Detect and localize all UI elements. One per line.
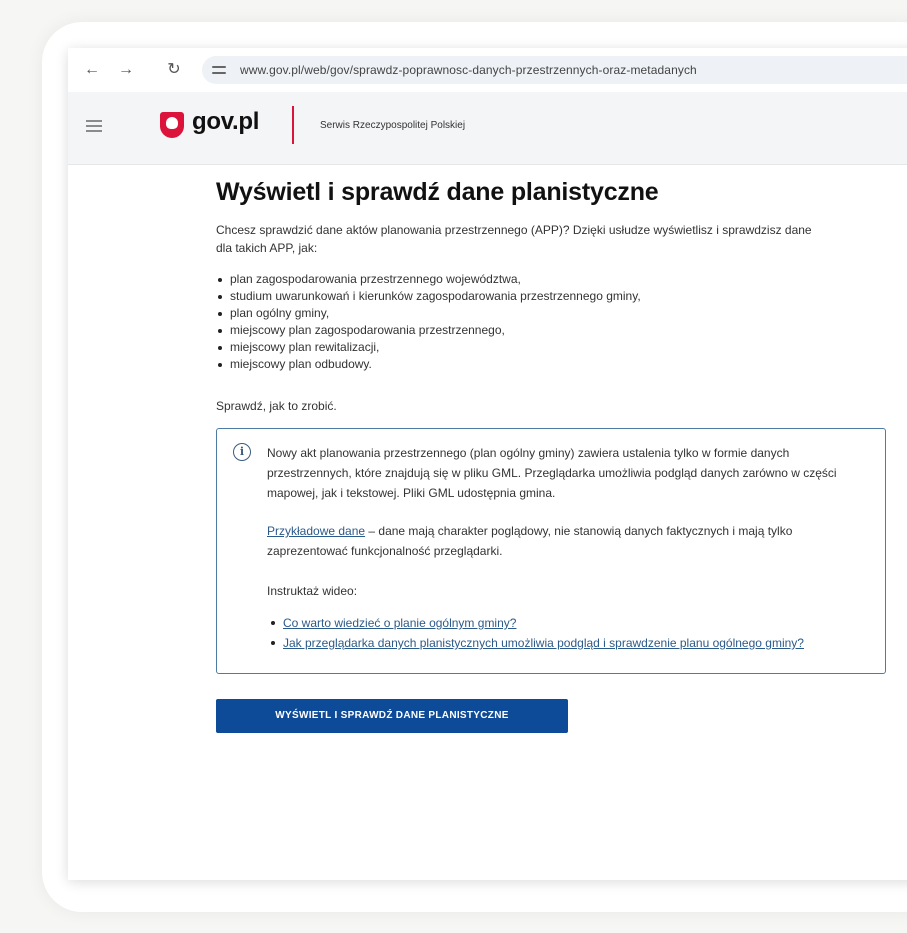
intro-text: Chcesz sprawdzić dane aktów planowania p… xyxy=(216,223,812,255)
site-subtitle: Serwis Rzeczypospolitej Polskiej xyxy=(320,120,466,131)
info-paragraph: Nowy akt planowania przestrzennego (plan… xyxy=(267,446,837,500)
site-header: gov.pl Serwis Rzeczypospolitej Polskiej xyxy=(68,92,907,165)
list-item: studium uwarunkowań i kierunków zagospod… xyxy=(216,288,896,305)
browser-window: ← → ↻ www.gov.pl/web/gov/sprawdz-poprawn… xyxy=(68,48,907,880)
video-link-przegladarka[interactable]: Jak przeglądarka danych planistycznych u… xyxy=(283,636,804,650)
main-content: Wyświetl i sprawdź dane planistyczne Chc… xyxy=(216,164,896,733)
page-title: Wyświetl i sprawdź dane planistyczne xyxy=(216,178,659,206)
info-icon: i xyxy=(233,443,251,461)
hamburger-menu-icon[interactable] xyxy=(86,120,102,132)
logo-text[interactable]: gov.pl xyxy=(192,108,259,136)
plan-types-list: plan zagospodarowania przestrzennego woj… xyxy=(216,271,896,373)
forward-arrow-icon[interactable]: → xyxy=(116,60,136,80)
info-box: i Nowy akt planowania przestrzennego (pl… xyxy=(216,428,886,674)
list-item: plan ogólny gminy, xyxy=(216,305,896,322)
howto-text: Sprawdź, jak to zrobić. xyxy=(216,399,337,413)
video-links-list: Co warto wiedzieć o planie ogólnym gminy… xyxy=(267,613,869,653)
list-item: miejscowy plan rewitalizacji, xyxy=(216,339,896,356)
video-link-plan-ogolny[interactable]: Co warto wiedzieć o planie ogólnym gminy… xyxy=(283,616,516,630)
video-heading: Instruktaż wideo: xyxy=(267,584,358,598)
list-item: Co warto wiedzieć o planie ogólnym gminy… xyxy=(267,613,869,633)
back-arrow-icon[interactable]: ← xyxy=(82,60,102,80)
show-and-check-button[interactable]: WYŚWIETL I SPRAWDŹ DANE PLANISTYCZNE xyxy=(216,699,568,733)
sample-data-link[interactable]: Przykładowe dane xyxy=(267,524,365,538)
frame-corner-arc xyxy=(820,0,907,42)
browser-toolbar: ← → ↻ www.gov.pl/web/gov/sprawdz-poprawn… xyxy=(68,48,907,92)
list-item: plan zagospodarowania przestrzennego woj… xyxy=(216,271,896,288)
polish-eagle-emblem-icon[interactable] xyxy=(160,112,184,138)
list-item: miejscowy plan zagospodarowania przestrz… xyxy=(216,322,896,339)
sample-data-paragraph: Przykładowe dane – dane mają charakter p… xyxy=(267,521,869,561)
site-settings-icon[interactable] xyxy=(210,63,230,77)
list-item: Jak przeglądarka danych planistycznych u… xyxy=(267,633,869,653)
reload-icon[interactable]: ↻ xyxy=(164,60,184,80)
list-item: miejscowy plan odbudowy. xyxy=(216,356,896,373)
logo-divider xyxy=(292,106,294,144)
url-text[interactable]: www.gov.pl/web/gov/sprawdz-poprawnosc-da… xyxy=(240,63,697,77)
address-bar[interactable]: www.gov.pl/web/gov/sprawdz-poprawnosc-da… xyxy=(202,56,907,84)
